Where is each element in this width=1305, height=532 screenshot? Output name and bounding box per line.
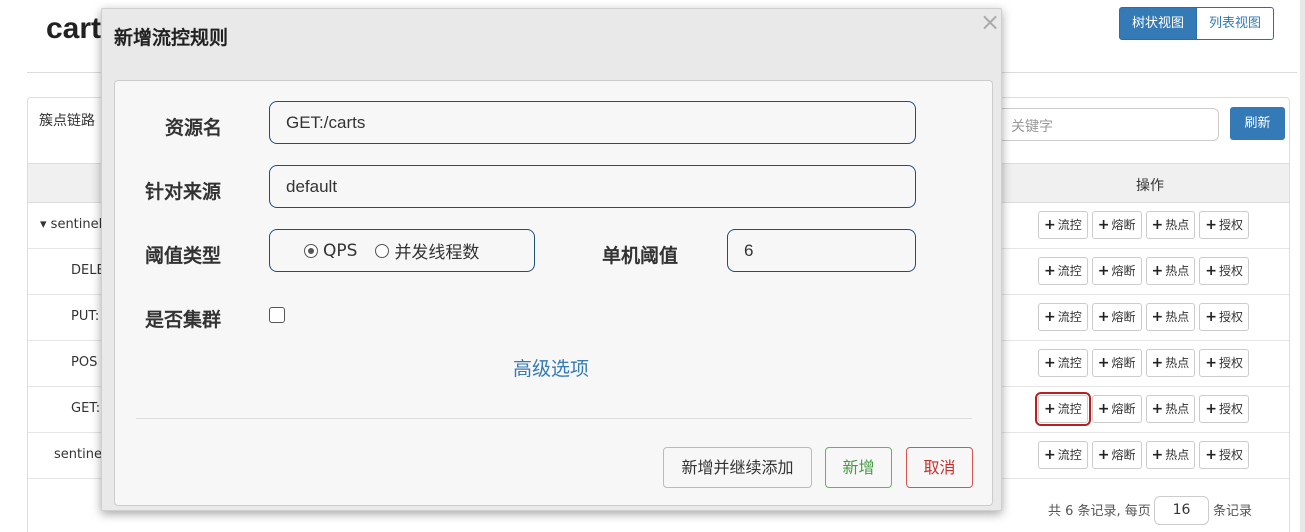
row-name: PUT:	[71, 309, 100, 324]
single-threshold-label: 单机阈值	[602, 245, 679, 267]
qps-radio[interactable]	[304, 243, 318, 258]
hotspot-rule-button[interactable]: + 热点	[1145, 395, 1196, 423]
cluster-checkbox[interactable]	[269, 307, 285, 323]
refresh-button[interactable]: 刷新	[1230, 107, 1285, 140]
dialog-body: 资源名 GET:/carts 针对来源 default 阈值类型 QPS 并发线…	[114, 80, 993, 506]
scrollbar[interactable]	[1300, 0, 1305, 532]
row-name: GET:	[71, 401, 101, 416]
row-actions: + 流控 + 熔断 + 热点 + 授权	[1038, 349, 1249, 377]
pager-text: 共 6 条记录, 每页	[1048, 504, 1151, 519]
row-actions: + 流控 + 熔断 + 热点 + 授权	[1038, 257, 1249, 285]
degrade-rule-button[interactable]: + 熔断	[1091, 211, 1142, 239]
resource-name-label: 资源名	[165, 117, 223, 139]
degrade-rule-button[interactable]: + 熔断	[1091, 441, 1142, 469]
flow-rule-button[interactable]: + 流控	[1038, 303, 1088, 331]
degrade-rule-button[interactable]: + 熔断	[1091, 349, 1142, 377]
hotspot-rule-button[interactable]: + 热点	[1145, 349, 1196, 377]
threads-option[interactable]: 并发线程数	[375, 238, 479, 263]
add-and-continue-button[interactable]: 新增并继续添加	[663, 447, 812, 488]
divider	[136, 418, 972, 419]
degrade-rule-button[interactable]: + 熔断	[1091, 257, 1142, 285]
auth-rule-button[interactable]: + 授权	[1199, 257, 1249, 285]
flow-rule-button-selected[interactable]: + 流控	[1035, 392, 1091, 426]
hotspot-rule-button[interactable]: + 热点	[1145, 257, 1196, 285]
hotspot-rule-button[interactable]: + 热点	[1145, 211, 1196, 239]
row-name: DELE	[71, 263, 105, 278]
view-toggle: 树状视图 列表视图	[1119, 7, 1275, 40]
row-actions: + 流控 + 熔断 + 热点 + 授权	[1038, 303, 1249, 331]
flow-rule-button[interactable]: + 流控	[1038, 349, 1088, 377]
row-actions: + 流控 + 熔断 + 热点 + 授权	[1035, 392, 1249, 426]
hotspot-rule-button[interactable]: + 热点	[1145, 303, 1196, 331]
auth-rule-button[interactable]: + 授权	[1199, 211, 1249, 239]
flow-rule-button[interactable]: + 流控	[1038, 211, 1088, 239]
advanced-options-link[interactable]: 高级选项	[513, 354, 589, 381]
single-threshold-input[interactable]: 6	[727, 229, 916, 272]
pager-suffix: 条记录	[1213, 504, 1253, 519]
auth-rule-button[interactable]: + 授权	[1199, 303, 1249, 331]
flow-rule-button[interactable]: + 流控	[1038, 441, 1088, 469]
row-actions: + 流控 + 熔断 + 热点 + 授权	[1038, 441, 1249, 469]
row-name: POS	[71, 355, 98, 370]
degrade-rule-button[interactable]: + 熔断	[1091, 303, 1142, 331]
flow-rule-button[interactable]: + 流控	[1038, 257, 1088, 285]
row-actions: + 流控 + 熔断 + 热点 + 授权	[1038, 211, 1249, 239]
dialog-title: 新增流控规则	[114, 27, 229, 49]
threads-radio[interactable]	[375, 243, 390, 258]
cancel-button[interactable]: 取消	[906, 447, 973, 488]
hotspot-rule-button[interactable]: + 热点	[1145, 441, 1196, 469]
degrade-rule-button[interactable]: + 熔断	[1091, 395, 1142, 423]
auth-rule-button[interactable]: + 授权	[1199, 349, 1249, 377]
row-name: ▾ sentinel_	[40, 217, 109, 232]
qps-label: QPS	[323, 240, 358, 261]
add-button[interactable]: 新增	[825, 447, 892, 488]
qps-option[interactable]: QPS	[304, 241, 357, 261]
auth-rule-button[interactable]: + 授权	[1199, 395, 1249, 423]
list-view-button[interactable]: 列表视图	[1197, 7, 1275, 40]
limit-app-label: 针对来源	[145, 181, 222, 203]
threshold-type-group: QPS 并发线程数	[269, 229, 535, 272]
threshold-type-label: 阈值类型	[145, 245, 222, 267]
close-icon[interactable]: ×	[980, 9, 1000, 35]
search-input[interactable]: 关键字	[998, 108, 1219, 141]
limit-app-input[interactable]: default	[269, 165, 916, 208]
tree-view-button[interactable]: 树状视图	[1119, 7, 1198, 40]
page-size-input[interactable]: 16	[1154, 496, 1209, 525]
resource-name-input[interactable]: GET:/carts	[269, 101, 916, 144]
auth-rule-button[interactable]: + 授权	[1199, 441, 1249, 469]
add-flow-rule-dialog: 新增流控规则 × 资源名 GET:/carts 针对来源 default 阈值类…	[101, 8, 1002, 511]
threads-label: 并发线程数	[394, 243, 480, 263]
actions-column-header: 操作	[1136, 178, 1164, 194]
panel-label: 簇点链路	[39, 113, 95, 129]
cluster-label: 是否集群	[145, 309, 222, 331]
